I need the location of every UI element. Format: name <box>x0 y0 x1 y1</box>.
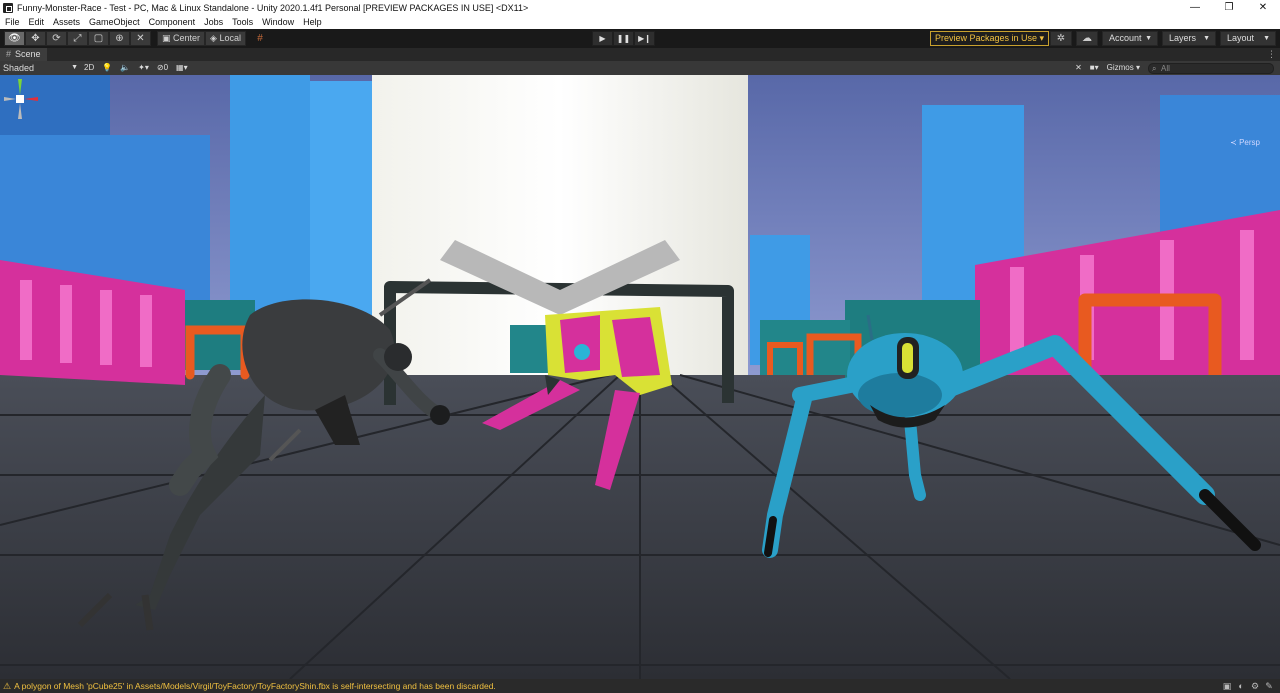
grid-icon[interactable]: ▦▾ <box>172 62 192 74</box>
minimize-button[interactable]: — <box>1178 0 1212 15</box>
playback-controls: ▶ ❚❚ ▶❙ <box>592 31 655 46</box>
persp-text: Persp <box>1239 138 1260 147</box>
notifications-icon[interactable]: ✎ <box>1262 681 1276 692</box>
restore-button[interactable]: ❐ <box>1212 0 1246 15</box>
menu-bar: File Edit Assets GameObject Component Jo… <box>0 15 1280 29</box>
tab-scene[interactable]: # Scene <box>0 48 47 61</box>
status-icons: ▣ ◐ ⚙ ✎ <box>1220 679 1276 693</box>
scene-search-input[interactable]: ⌕ All <box>1148 62 1274 74</box>
scene-toolbar: Shaded ▼ 2D 💡 🔈 ✦▾ ⊘0 ▦▾ ✕ ■▾ Gizmos ▾ ⌕ A… <box>0 61 1280 75</box>
grid-snap-icon[interactable]: # <box>252 31 268 46</box>
account-dropdown[interactable]: Account ▼ <box>1102 31 1158 46</box>
custom-tool-icon[interactable]: ✕ <box>130 31 151 46</box>
chevron-down-icon: ▼ <box>1203 35 1210 42</box>
pivot-local-button[interactable]: ◈ Local <box>205 31 246 46</box>
effects-icon[interactable]: ✦▾ <box>134 62 153 74</box>
menu-jobs[interactable]: Jobs <box>204 17 223 27</box>
gizmos-dropdown[interactable]: Gizmos ▾ <box>1103 62 1144 74</box>
layers-dropdown[interactable]: Layers ▼ <box>1162 31 1216 46</box>
account-label: Account <box>1109 33 1142 43</box>
status-bar: ⚠ A polygon of Mesh 'pCube25' in Assets/… <box>0 679 1280 693</box>
menu-gameobject[interactable]: GameObject <box>89 17 140 27</box>
orientation-gizmo[interactable] <box>0 75 40 135</box>
layout-dropdown[interactable]: Layout ▼ <box>1220 31 1276 46</box>
scene-tab-bar: # Scene ⋮ <box>0 48 1280 61</box>
neg-y-axis-cone[interactable] <box>18 103 22 119</box>
cloud-icon[interactable]: ☁ <box>1076 31 1098 46</box>
view-tool-icon[interactable]: 👁 <box>4 31 25 46</box>
search-icon: ⌕ <box>1152 63 1157 73</box>
audio-icon[interactable]: 🔈 <box>116 62 134 74</box>
scene-hash-icon: # <box>6 49 12 59</box>
unity-logo-icon <box>3 2 13 13</box>
gizmo-center-cube[interactable] <box>16 95 24 103</box>
hidden-count: 0 <box>163 63 169 72</box>
menu-edit[interactable]: Edit <box>29 17 45 27</box>
gizmos-label: Gizmos <box>1106 63 1134 72</box>
hidden-objects-toggle[interactable]: ⊘0 <box>153 62 172 74</box>
menu-component[interactable]: Component <box>149 17 196 27</box>
transform-tools: 👁 ✥ ⟳ ⤢ ▢ ⊕ ✕ <box>4 31 151 46</box>
menu-tools[interactable]: Tools <box>232 17 253 27</box>
collab-icon[interactable]: ✲ <box>1050 31 1072 46</box>
rotate-tool-icon[interactable]: ⟳ <box>46 31 67 46</box>
draw-mode-dropdown[interactable]: Shaded ▼ <box>0 62 80 74</box>
layout-label: Layout <box>1227 33 1255 43</box>
draw-mode-label: Shaded <box>3 63 35 73</box>
menu-assets[interactable]: Assets <box>53 17 80 27</box>
scale-tool-icon[interactable]: ⤢ <box>67 31 88 46</box>
pivot-local-label: Local <box>219 33 241 43</box>
layers-label: Layers <box>1169 33 1197 43</box>
preview-packages-label: Preview Packages in Use <box>935 33 1038 43</box>
pause-button[interactable]: ❚❚ <box>613 31 634 46</box>
y-axis-cone[interactable] <box>18 79 22 95</box>
main-toolbar: 👁 ✥ ⟳ ⤢ ▢ ⊕ ✕ ▣ Center ◈ Local # ▶ ❚❚ ▶❙… <box>0 29 1280 48</box>
move-tool-icon[interactable]: ✥ <box>25 31 46 46</box>
scene-toolbar-right: ✕ ■▾ Gizmos ▾ ⌕ All <box>1071 61 1280 75</box>
progress-icon[interactable]: ▣ <box>1220 681 1234 692</box>
scene-tab-label: Scene <box>15 49 41 59</box>
preview-packages-dropdown[interactable]: Preview Packages in Use ▾ <box>930 31 1050 46</box>
chevron-down-icon: ▼ <box>1263 35 1270 42</box>
play-button[interactable]: ▶ <box>592 31 613 46</box>
bake-icon[interactable]: ⚙ <box>1248 681 1262 692</box>
transform-tool-icon[interactable]: ⊕ <box>109 31 130 46</box>
scene-viewport[interactable]: ≺ Persp <box>0 75 1280 679</box>
menu-file[interactable]: File <box>5 17 20 27</box>
pivot-center-label: Center <box>173 33 201 43</box>
warning-icon: ⚠ <box>3 680 12 691</box>
close-button[interactable]: ✕ <box>1246 0 1280 15</box>
menu-help[interactable]: Help <box>303 17 322 27</box>
search-placeholder: All <box>1161 63 1170 73</box>
chevron-down-icon: ▼ <box>1145 35 1152 42</box>
tools-icon[interactable]: ✕ <box>1071 62 1086 74</box>
step-button[interactable]: ▶❙ <box>634 31 655 46</box>
camera-icon[interactable]: ■▾ <box>1086 62 1103 74</box>
title-bar: Funny-Monster-Race - Test - PC, Mac & Li… <box>0 0 1280 15</box>
console-message[interactable]: A polygon of Mesh 'pCube25' in Assets/Mo… <box>14 681 496 691</box>
rect-tool-icon[interactable]: ▢ <box>88 31 109 46</box>
menu-window[interactable]: Window <box>262 17 294 27</box>
window-title: Funny-Monster-Race - Test - PC, Mac & Li… <box>17 2 529 13</box>
scene-render <box>0 75 1280 679</box>
toggle-2d-button[interactable]: 2D <box>80 62 98 74</box>
chevron-down-icon: ▼ <box>71 64 78 71</box>
neg-x-axis-cone[interactable] <box>4 97 16 101</box>
pivot-center-button[interactable]: ▣ Center <box>157 31 206 46</box>
more-options-icon[interactable]: ⋮ <box>1267 48 1276 61</box>
window-controls: — ❐ ✕ <box>1178 0 1280 15</box>
x-axis-cone[interactable] <box>24 97 38 101</box>
persp-label[interactable]: ≺ Persp <box>1230 138 1260 147</box>
lighting-icon[interactable]: 💡 <box>98 62 116 74</box>
auto-generate-lighting-icon[interactable]: ◐ <box>1234 681 1248 691</box>
